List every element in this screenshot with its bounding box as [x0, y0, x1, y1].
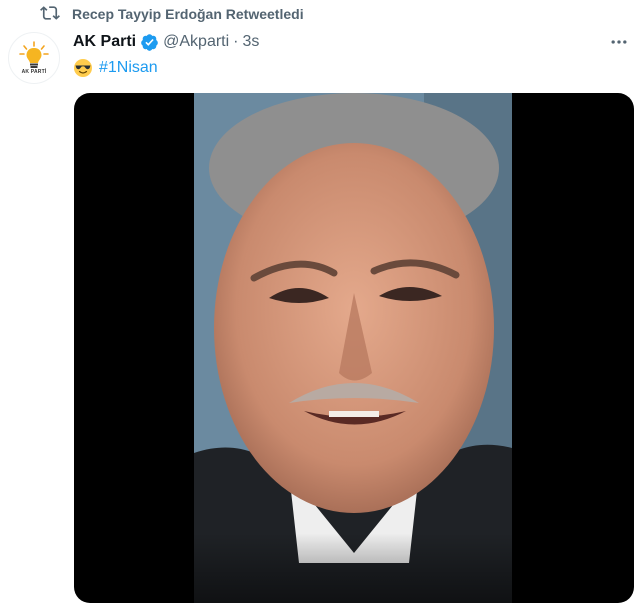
author-name[interactable]: AK Parti — [73, 33, 136, 51]
more-options-button[interactable] — [606, 32, 632, 52]
tweet-header: AK Parti @Akparti · 3s — [73, 31, 259, 53]
tweet-time[interactable]: 3s — [243, 33, 260, 51]
hashtag-link[interactable]: #1Nisan — [99, 59, 158, 77]
avatar-caption: AK PARTİ — [21, 69, 47, 75]
avatar[interactable]: AK PARTİ — [8, 32, 60, 84]
video-frame-image — [194, 93, 512, 603]
sunglasses-emoji-icon — [73, 58, 93, 78]
media-container[interactable] — [74, 93, 634, 603]
verified-badge-icon — [140, 33, 159, 52]
ak-parti-logo-icon — [19, 41, 49, 68]
retweet-context[interactable]: Recep Tayyip Erdoğan Retweetledi — [40, 4, 304, 24]
more-options-icon — [611, 40, 627, 44]
retweet-icon — [40, 3, 60, 26]
author-handle[interactable]: @Akparti — [163, 33, 229, 51]
video-player[interactable] — [194, 93, 512, 603]
retweet-label: Recep Tayyip Erdoğan Retweetledi — [72, 6, 304, 22]
tweet-text: #1Nisan — [73, 57, 158, 79]
separator-dot: · — [233, 33, 239, 50]
